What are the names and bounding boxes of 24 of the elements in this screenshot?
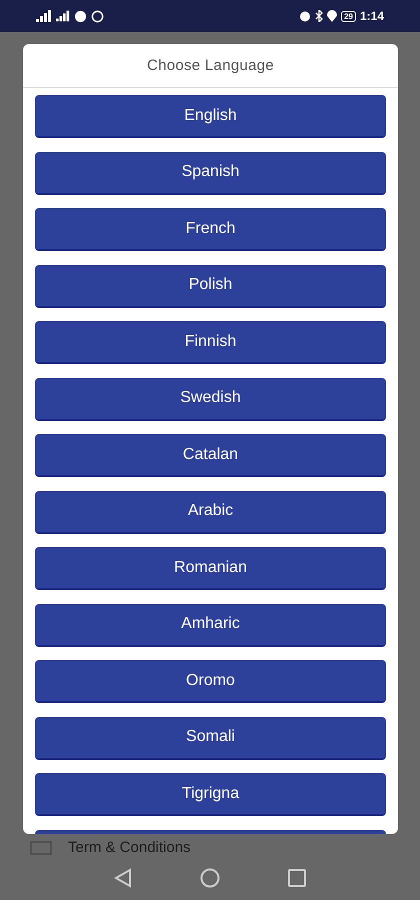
language-button[interactable]: Oromo: [35, 660, 386, 703]
document-icon: [30, 840, 52, 854]
language-button[interactable]: French: [35, 208, 386, 251]
home-icon[interactable]: [200, 868, 220, 888]
language-button[interactable]: Tigrigna: [35, 773, 386, 816]
location-icon: [327, 10, 338, 22]
dialog-title: Choose Language: [23, 44, 398, 88]
battery-icon: 29: [341, 10, 356, 22]
language-button[interactable]: Romanian: [35, 547, 386, 590]
language-button[interactable]: Catalan: [35, 434, 386, 477]
language-button[interactable]: Swedish: [35, 378, 386, 420]
language-button[interactable]: English: [35, 95, 386, 138]
language-button[interactable]: Spanish: [35, 152, 386, 194]
recents-icon[interactable]: [288, 869, 306, 887]
back-icon[interactable]: [114, 868, 132, 888]
bluetooth-icon: [315, 10, 324, 22]
clock-time: 1:14: [360, 9, 384, 23]
language-button[interactable]: Arabic: [35, 490, 386, 534]
signal-icon: [56, 10, 70, 22]
signal-icon: [36, 10, 52, 22]
language-button[interactable]: Amharic: [35, 604, 386, 646]
language-button[interactable]: Polish: [35, 264, 386, 308]
language-button[interactable]: Finnish: [35, 321, 386, 364]
language-button[interactable]: Somali: [35, 716, 386, 760]
